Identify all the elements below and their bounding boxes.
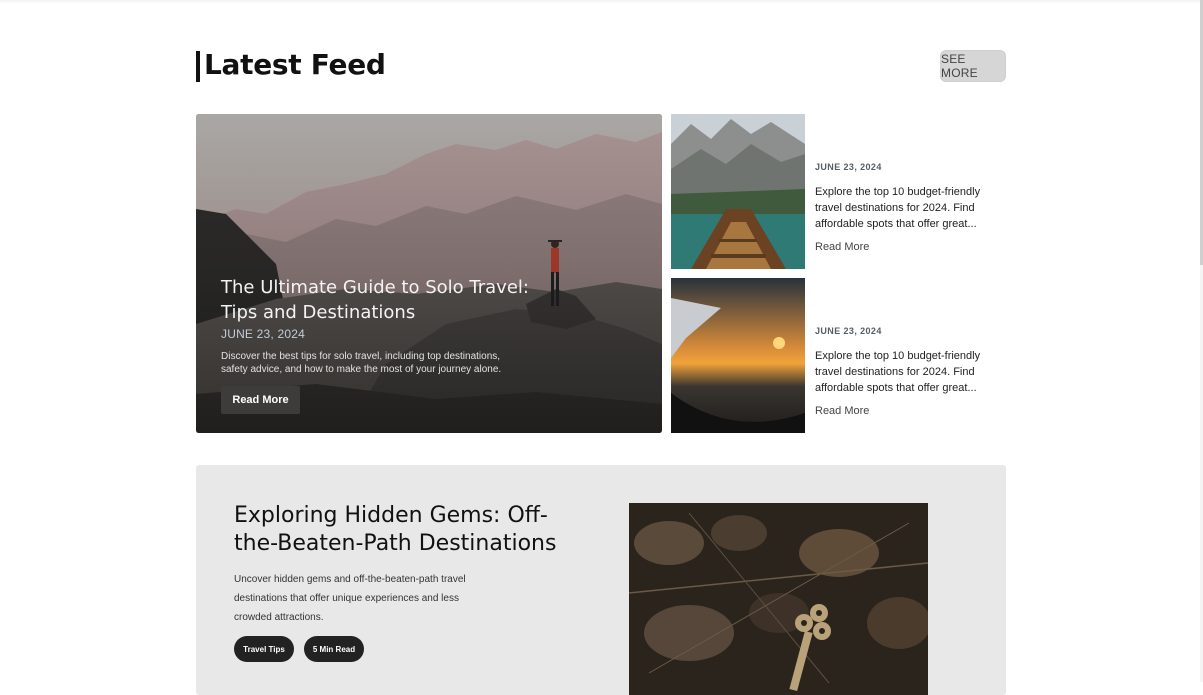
latest-feed-header: Latest Feed SEE MORE bbox=[196, 48, 1006, 84]
lake-boat-image[interactable] bbox=[671, 114, 805, 269]
top-divider bbox=[0, 0, 1203, 4]
side-post-card[interactable]: JUNE 23, 2024 Explore the top 10 budget-… bbox=[671, 278, 1006, 433]
hero-description: Discover the best tips for solo travel, … bbox=[221, 351, 502, 375]
tag-travel-tips[interactable]: Travel Tips bbox=[234, 636, 294, 662]
hero-date: JUNE 23, 2024 bbox=[221, 327, 305, 341]
forest-key-image[interactable] bbox=[629, 503, 928, 695]
hero-read-more-button[interactable]: Read More bbox=[221, 386, 300, 414]
airplane-window-image[interactable] bbox=[671, 278, 805, 433]
hero-title[interactable]: The Ultimate Guide to Solo Travel: Tips … bbox=[221, 275, 541, 325]
side-post-description: Explore the top 10 budget-friendly trave… bbox=[815, 186, 981, 230]
side-post-read-more-link[interactable]: Read More bbox=[815, 241, 869, 253]
featured-post[interactable]: Exploring Hidden Gems: Off-the-Beaten-Pa… bbox=[196, 465, 1006, 695]
see-more-button[interactable]: SEE MORE bbox=[940, 50, 1006, 82]
section-title: Latest Feed bbox=[204, 48, 386, 81]
featured-post-title[interactable]: Exploring Hidden Gems: Off-the-Beaten-Pa… bbox=[234, 502, 574, 558]
side-post-read-more-link[interactable]: Read More bbox=[815, 405, 869, 417]
side-post-description: Explore the top 10 budget-friendly trave… bbox=[815, 350, 981, 394]
side-post-date: JUNE 23, 2024 bbox=[815, 326, 882, 336]
title-accent-bar bbox=[196, 51, 200, 82]
tag-read-time[interactable]: 5 Min Read bbox=[304, 636, 364, 662]
featured-post-description: Uncover hidden gems and off-the-beaten-p… bbox=[234, 574, 466, 623]
side-post-date: JUNE 23, 2024 bbox=[815, 162, 882, 172]
side-post-card[interactable]: JUNE 23, 2024 Explore the top 10 budget-… bbox=[671, 114, 1006, 269]
hero-post-card[interactable]: The Ultimate Guide to Solo Travel: Tips … bbox=[196, 114, 662, 433]
